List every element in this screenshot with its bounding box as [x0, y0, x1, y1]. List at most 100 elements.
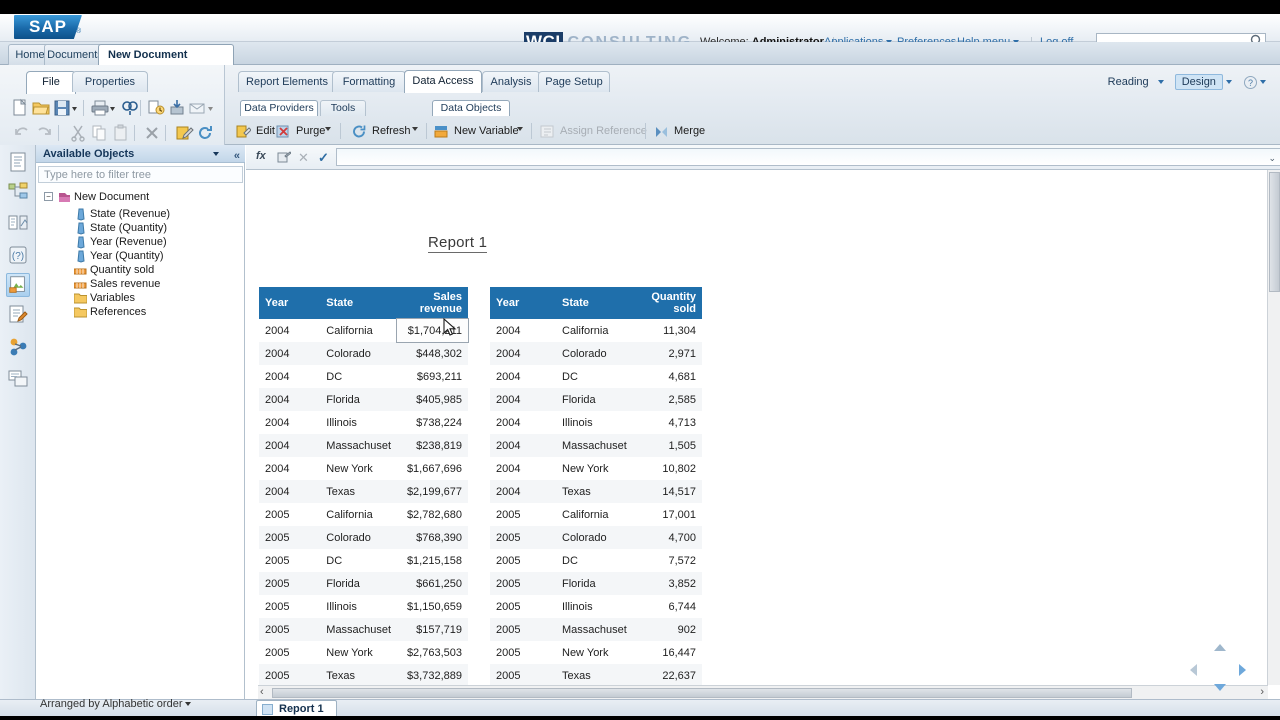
table-cell[interactable]: $2,199,677 — [397, 480, 468, 503]
table-cell[interactable]: Massachuset — [320, 618, 398, 641]
edit-icon[interactable] — [174, 123, 194, 143]
table-row[interactable]: 2005 Texas $3,732,889 — [259, 664, 468, 687]
table-cell[interactable]: 2005 — [259, 664, 321, 687]
tree-item-quantity-sold[interactable]: Quantity sold — [36, 263, 245, 277]
tab-formatting[interactable]: Formatting — [332, 71, 406, 92]
chevron-down-icon[interactable] — [185, 702, 192, 707]
tree-item-references[interactable]: References — [36, 305, 245, 319]
cut-icon[interactable] — [68, 123, 88, 143]
table-cell[interactable]: 2005 — [259, 503, 321, 526]
scroll-right-icon[interactable]: › — [1260, 686, 1264, 698]
table-cell[interactable]: California — [320, 319, 398, 342]
design-dropdown-icon[interactable] — [1225, 80, 1232, 85]
table-cell[interactable]: DC — [320, 549, 398, 572]
table-cell[interactable]: California — [556, 319, 634, 342]
table-cell[interactable]: 2005 — [259, 595, 321, 618]
table-cell[interactable]: 14,517 — [634, 480, 702, 503]
table-row[interactable]: 2005 Texas 22,637 — [490, 664, 702, 687]
table-cell[interactable]: Florida — [556, 388, 634, 411]
table-cell[interactable]: 3,852 — [634, 572, 702, 595]
print-icon[interactable] — [90, 98, 110, 118]
table-row[interactable]: 2005 California 17,001 — [490, 503, 702, 526]
document-summary-icon[interactable] — [6, 150, 30, 174]
table-cell[interactable]: 2005 — [490, 664, 556, 687]
purge-button[interactable]: Purge — [276, 121, 325, 141]
table-row[interactable]: 2004 New York 10,802 — [490, 457, 702, 480]
table-cell[interactable]: Illinois — [556, 595, 634, 618]
horizontal-scrollbar[interactable]: ‹ › — [258, 685, 1268, 699]
print-dropdown-icon[interactable] — [108, 98, 117, 118]
checkmark-icon[interactable]: ✓ — [318, 150, 329, 165]
table-cell[interactable]: 2005 — [490, 595, 556, 618]
table-cell[interactable]: 2004 — [259, 365, 321, 388]
table-cell[interactable]: 2004 — [259, 388, 321, 411]
table-cell[interactable]: Illinois — [556, 411, 634, 434]
quantity-sold-table[interactable]: Year State Quantity sold 2004 California 1… — [490, 287, 702, 687]
table-cell[interactable]: 2004 — [490, 434, 556, 457]
fx-icon[interactable]: fx — [256, 150, 266, 165]
table-row[interactable]: 2004 DC $693,211 — [259, 365, 468, 388]
table-cell[interactable]: Colorado — [556, 526, 634, 549]
table-cell[interactable]: $405,985 — [397, 388, 468, 411]
table-cell[interactable]: Illinois — [320, 411, 398, 434]
table-cell[interactable]: 2004 — [490, 457, 556, 480]
tab-page-setup[interactable]: Page Setup — [538, 71, 610, 92]
formula-input[interactable] — [336, 148, 1280, 166]
table-cell[interactable]: 2004 — [259, 457, 321, 480]
formula-editor-icon[interactable] — [277, 150, 292, 165]
table-cell[interactable]: $2,782,680 — [397, 503, 468, 526]
table-cell[interactable]: Texas — [320, 664, 398, 687]
history-icon[interactable] — [146, 98, 166, 118]
subtab-tools[interactable]: Tools — [320, 100, 366, 116]
table-row[interactable]: 2005 Florida 3,852 — [490, 572, 702, 595]
formula-dropdown-icon[interactable]: ⌄ — [1268, 153, 1276, 164]
table-cell[interactable]: $1,215,158 — [397, 549, 468, 572]
table-cell[interactable]: 2,971 — [634, 342, 702, 365]
table-row[interactable]: 2004 Florida 2,585 — [490, 388, 702, 411]
input-controls-icon[interactable] — [6, 211, 30, 235]
save-icon[interactable] — [52, 98, 72, 118]
col-header-quantity-sold[interactable]: Quantity sold — [634, 287, 702, 319]
undo-icon[interactable] — [12, 123, 32, 143]
design-mode-button[interactable]: Design — [1174, 74, 1223, 90]
table-cell[interactable]: 1,505 — [634, 434, 702, 457]
new-document-icon[interactable] — [10, 98, 30, 118]
table-cell[interactable]: Florida — [320, 572, 398, 595]
table-cell[interactable]: 2005 — [259, 526, 321, 549]
assign-reference-button[interactable]: Assign Reference — [540, 121, 647, 141]
table-cell[interactable]: 2005 — [490, 526, 556, 549]
table-cell[interactable]: California — [320, 503, 398, 526]
navigation-map-icon[interactable] — [6, 180, 30, 204]
table-cell[interactable]: 7,572 — [634, 549, 702, 572]
nav-up-icon[interactable] — [1214, 644, 1226, 651]
copy-icon[interactable] — [89, 123, 109, 143]
tree-item-year-revenue[interactable]: Year (Revenue) — [36, 235, 245, 249]
nav-left-icon[interactable] — [1190, 664, 1197, 676]
email-icon[interactable] — [187, 98, 207, 118]
document-structure-icon[interactable] — [6, 303, 30, 327]
table-cell[interactable]: $693,211 — [397, 365, 468, 388]
table-row[interactable]: 2004 Illinois 4,713 — [490, 411, 702, 434]
table-cell[interactable]: 2005 — [259, 618, 321, 641]
vertical-scrollbar-thumb[interactable] — [1269, 172, 1280, 292]
table-cell[interactable]: $661,250 — [397, 572, 468, 595]
tab-file[interactable]: File — [26, 71, 76, 94]
table-cell[interactable]: $1,150,659 — [397, 595, 468, 618]
table-cell[interactable]: Texas — [320, 480, 398, 503]
table-row[interactable]: 2004 New York $1,667,696 — [259, 457, 468, 480]
tab-report-elements[interactable]: Report Elements — [238, 71, 336, 92]
table-cell[interactable]: $2,763,503 — [397, 641, 468, 664]
new-variable-button[interactable]: New Variable — [434, 121, 519, 141]
tree-root-new-document[interactable]: − New Document — [36, 189, 245, 205]
merge-button[interactable]: Merge — [654, 121, 705, 141]
table-cell[interactable]: New York — [556, 641, 634, 664]
table-row[interactable]: 2004 Texas 14,517 — [490, 480, 702, 503]
table-row[interactable]: 2005 DC 7,572 — [490, 549, 702, 572]
table-cell[interactable]: 2005 — [490, 503, 556, 526]
table-cell[interactable]: 2004 — [490, 480, 556, 503]
table-cell[interactable]: Colorado — [320, 526, 398, 549]
table-row[interactable]: 2005 DC $1,215,158 — [259, 549, 468, 572]
table-cell[interactable]: 2004 — [490, 342, 556, 365]
tree-item-year-quantity[interactable]: Year (Quantity) — [36, 249, 245, 263]
table-row[interactable]: 2005 New York 16,447 — [490, 641, 702, 664]
